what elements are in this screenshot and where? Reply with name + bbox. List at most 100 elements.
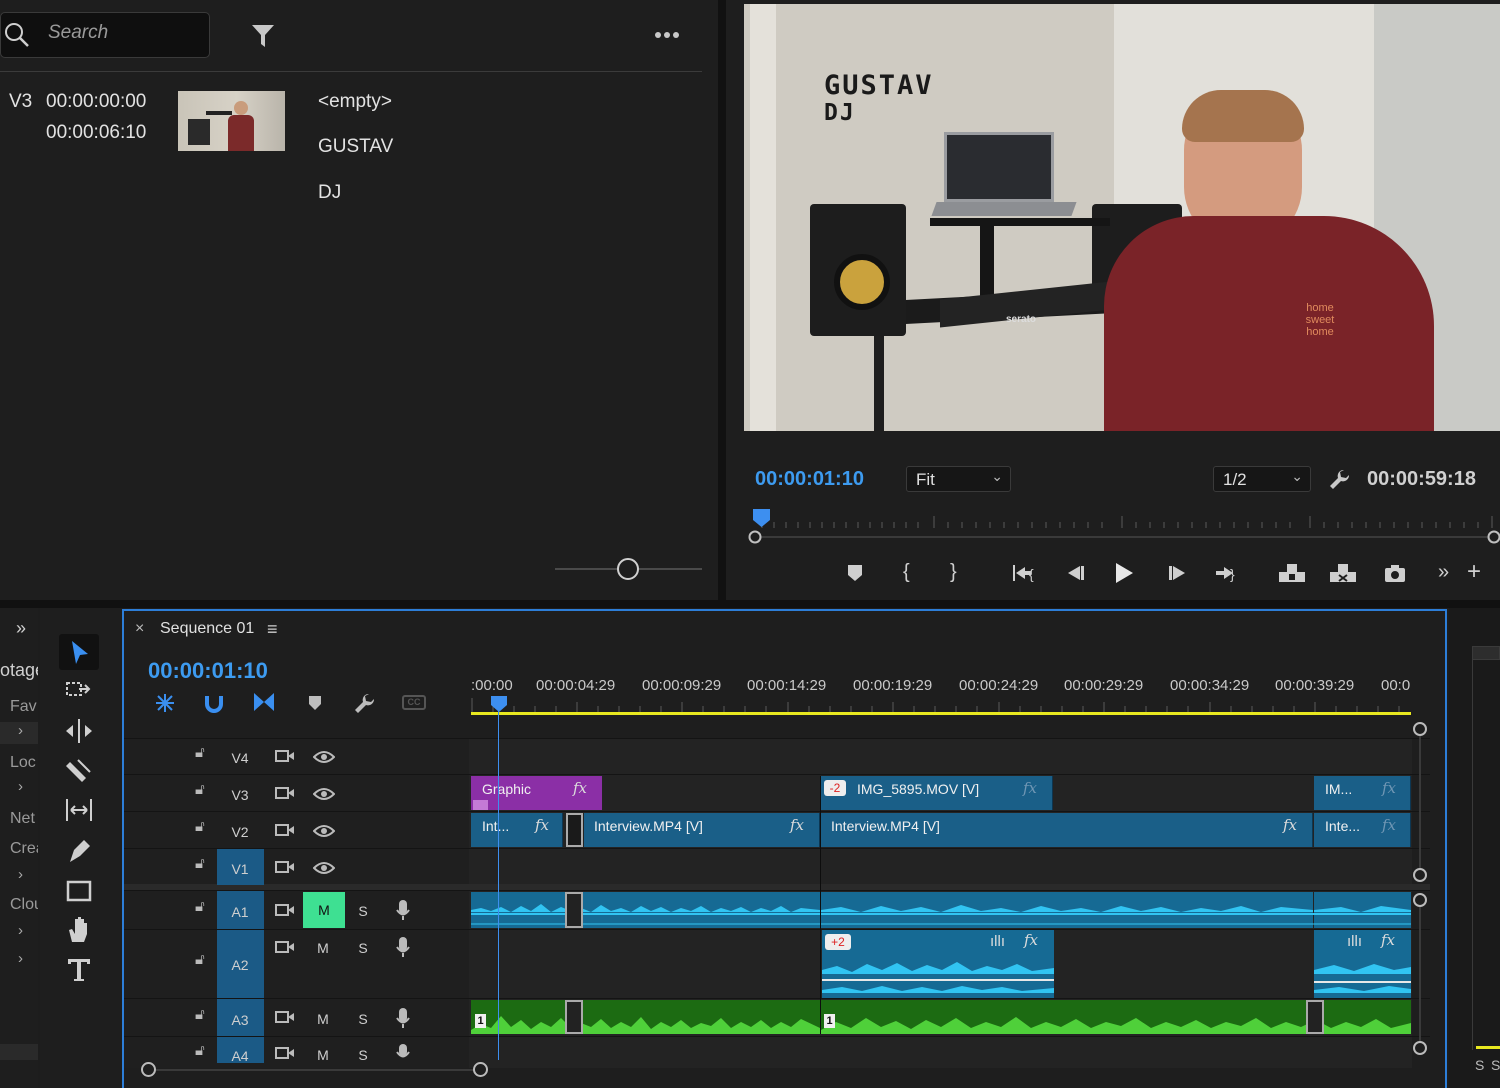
step-back-icon[interactable] (1064, 563, 1086, 583)
sync-lock-icon[interactable] (275, 1045, 295, 1061)
solo-button-a2[interactable]: S (352, 940, 374, 956)
audio-scroll-handle[interactable] (1413, 1041, 1427, 1055)
lock-icon[interactable]: 🔓︎ (195, 818, 205, 835)
int-clip[interactable]: Int... fx (471, 813, 563, 847)
meter-solo-button[interactable]: S (1475, 1057, 1484, 1073)
more-controls-icon[interactable]: » (1438, 561, 1449, 584)
horizontal-scrollbar[interactable] (148, 1069, 488, 1071)
interview-clip-1[interactable]: Interview.MP4 [V] fx (584, 813, 820, 847)
type-tool-icon[interactable] (64, 955, 94, 985)
track-label-a4[interactable]: A4 (222, 1048, 258, 1064)
track-label-a2[interactable]: A2 (222, 957, 258, 973)
clip-thumbnail[interactable] (178, 91, 285, 151)
captions-icon[interactable]: CC (402, 695, 426, 710)
solo-button-a4[interactable]: S (352, 1047, 374, 1063)
playhead-line[interactable] (498, 704, 499, 1060)
video-preview[interactable]: serato home sweet home GUSTAV DJ (744, 4, 1500, 431)
im-clip[interactable]: IM... fx (1314, 776, 1411, 810)
project-item[interactable]: Fav (10, 698, 37, 716)
project-item[interactable]: otage (0, 660, 38, 681)
sync-lock-icon[interactable] (275, 785, 295, 801)
microphone-icon[interactable] (395, 1007, 411, 1029)
lock-icon[interactable]: 🔓︎ (195, 1042, 205, 1059)
meter-solo-button[interactable]: S (1491, 1057, 1500, 1073)
audio-transition-marker[interactable] (565, 892, 583, 928)
chevron-right-icon[interactable]: › (18, 866, 23, 883)
microphone-icon[interactable] (395, 1043, 411, 1063)
a1-audio-clip[interactable] (471, 892, 1411, 928)
mute-button-a4[interactable]: M (312, 1047, 334, 1063)
selection-tool-icon[interactable] (64, 638, 94, 668)
eye-icon[interactable] (313, 750, 335, 764)
solo-button-a1[interactable]: S (352, 903, 374, 919)
img-clip[interactable]: -2 IMG_5895.MOV [V] fx (821, 776, 1053, 810)
playhead-handle[interactable] (490, 695, 508, 713)
audio-scrollbar[interactable] (1419, 907, 1421, 1041)
timeline-settings-icon[interactable] (353, 692, 375, 714)
sync-lock-icon[interactable] (275, 1009, 295, 1025)
a2-audio-clip[interactable] (822, 930, 1054, 998)
project-item[interactable]: Net (10, 810, 35, 828)
more-options-icon[interactable] (654, 31, 680, 39)
snap-icon[interactable] (203, 692, 225, 714)
playhead-timecode[interactable]: 00:00:01:10 (755, 468, 864, 491)
track-label-v1[interactable]: V1 (222, 861, 258, 877)
panel-menu-icon[interactable]: ≡ (267, 619, 278, 640)
work-area-bar[interactable] (471, 712, 1411, 715)
interview-clip-2[interactable]: Interview.MP4 [V] fx (821, 813, 1313, 847)
ripple-edit-tool-icon[interactable] (64, 716, 94, 746)
lock-icon[interactable]: 🔓︎ (195, 855, 205, 872)
chevron-right-icon[interactable]: › (18, 722, 23, 739)
lock-icon[interactable]: 🔓︎ (195, 781, 205, 798)
play-icon[interactable] (1113, 561, 1135, 585)
audio-transition-marker[interactable] (565, 1000, 583, 1034)
lift-icon[interactable] (1277, 562, 1307, 584)
sync-lock-icon[interactable] (275, 939, 295, 955)
sequence-tab[interactable]: Sequence 01 (160, 620, 254, 638)
fit-dropdown[interactable]: Fit ⌄ (906, 466, 1011, 492)
panel-divider[interactable] (0, 600, 1500, 608)
text-layer-gustav[interactable]: GUSTAV (318, 136, 393, 158)
project-item[interactable]: Clou (10, 896, 38, 914)
mark-out-icon[interactable]: } (950, 561, 957, 584)
audio-scroll-handle[interactable] (1413, 893, 1427, 907)
track-label-a1[interactable]: A1 (222, 904, 258, 920)
lock-icon[interactable]: 🔓︎ (195, 951, 205, 968)
zoom-handle-left[interactable] (141, 1062, 156, 1077)
close-tab-icon[interactable]: × (135, 620, 144, 638)
lock-icon[interactable]: 🔓︎ (195, 744, 205, 761)
eye-icon[interactable] (313, 824, 335, 838)
linked-selection-icon[interactable] (252, 691, 276, 713)
chevron-right-icon[interactable]: › (18, 922, 23, 939)
timeline-ruler-ticks[interactable] (471, 698, 1413, 712)
sync-lock-icon[interactable] (275, 822, 295, 838)
a3-music-clip[interactable] (471, 1000, 1411, 1034)
microphone-icon[interactable] (395, 899, 411, 921)
panel-divider[interactable] (718, 0, 726, 604)
pen-tool-icon[interactable] (64, 836, 94, 866)
video-scrollbar[interactable] (1419, 736, 1421, 868)
sync-lock-icon[interactable] (275, 748, 295, 764)
extract-icon[interactable] (1328, 562, 1358, 584)
expand-panel-icon[interactable]: » (16, 618, 26, 639)
timeline-timecode[interactable]: 00:00:01:10 (148, 658, 268, 684)
eye-icon[interactable] (313, 861, 335, 875)
hand-tool-icon[interactable] (64, 914, 94, 944)
text-layer-empty[interactable]: <empty> (318, 91, 392, 113)
solo-button-a3[interactable]: S (352, 1011, 374, 1027)
track-label-v2[interactable]: V2 (222, 824, 258, 840)
a2-audio-clip-end[interactable] (1314, 930, 1411, 998)
go-to-out-icon[interactable]: } (1214, 563, 1240, 583)
zoom-handle-right[interactable] (473, 1062, 488, 1077)
wrench-icon[interactable] (1328, 468, 1350, 490)
resolution-dropdown[interactable]: 1/2 ⌄ (1213, 466, 1311, 492)
mute-button-a3[interactable]: M (312, 1011, 334, 1027)
chevron-right-icon[interactable]: › (18, 950, 23, 967)
add-marker-icon[interactable] (306, 694, 324, 712)
nest-sequence-icon[interactable] (153, 692, 177, 714)
chevron-right-icon[interactable]: › (18, 778, 23, 795)
inte-clip[interactable]: Inte... fx (1314, 813, 1411, 847)
filter-icon[interactable] (251, 23, 275, 49)
lock-icon[interactable]: 🔓︎ (195, 1006, 205, 1023)
export-frame-icon[interactable] (1383, 563, 1407, 583)
